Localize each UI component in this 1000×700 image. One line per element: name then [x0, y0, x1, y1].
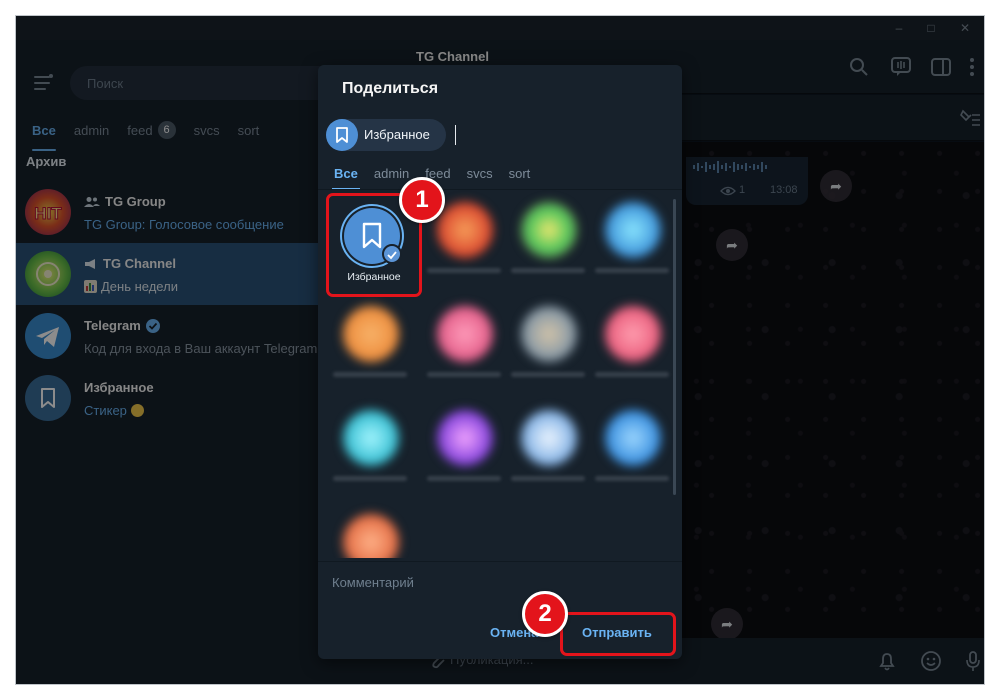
recipient-blurred[interactable] [328, 398, 412, 498]
dialog-tab-all[interactable]: Все [332, 166, 360, 190]
recipient-blurred[interactable] [328, 294, 412, 394]
comment-field[interactable]: Комментарий [318, 561, 682, 601]
step-callout-1: 1 [399, 177, 445, 223]
chip-label: Избранное [364, 127, 430, 142]
recipient-blurred[interactable] [506, 398, 590, 498]
share-dialog: Поделиться Избранное Все admin feed svcs… [318, 65, 682, 659]
highlight-box-send [560, 612, 676, 656]
recipient-search-input[interactable] [455, 125, 456, 145]
selected-recipient-chip[interactable]: Избранное [326, 119, 446, 151]
recipient-blurred[interactable] [590, 190, 674, 290]
dialog-tab-sort[interactable]: sort [509, 166, 531, 181]
recipient-blurred[interactable] [422, 398, 506, 498]
recipient-blurred[interactable] [328, 502, 412, 558]
recipient-blurred[interactable] [590, 294, 674, 394]
step-callout-2: 2 [522, 591, 568, 637]
recipient-blurred[interactable] [506, 190, 590, 290]
recipient-blurred[interactable] [506, 294, 590, 394]
dialog-title: Поделиться [342, 80, 439, 97]
recipient-blurred[interactable] [590, 398, 674, 498]
avatar [326, 119, 358, 151]
dialog-scrollbar[interactable] [673, 199, 676, 495]
dialog-tab-admin[interactable]: admin [374, 166, 409, 181]
telegram-window: – □ ✕ Поиск Все admin feed 6 svcs sort Ар… [16, 16, 984, 684]
dialog-tab-svcs[interactable]: svcs [467, 166, 493, 181]
comment-placeholder: Комментарий [332, 575, 414, 590]
recipient-blurred[interactable] [422, 294, 506, 394]
bookmark-icon [336, 127, 348, 143]
